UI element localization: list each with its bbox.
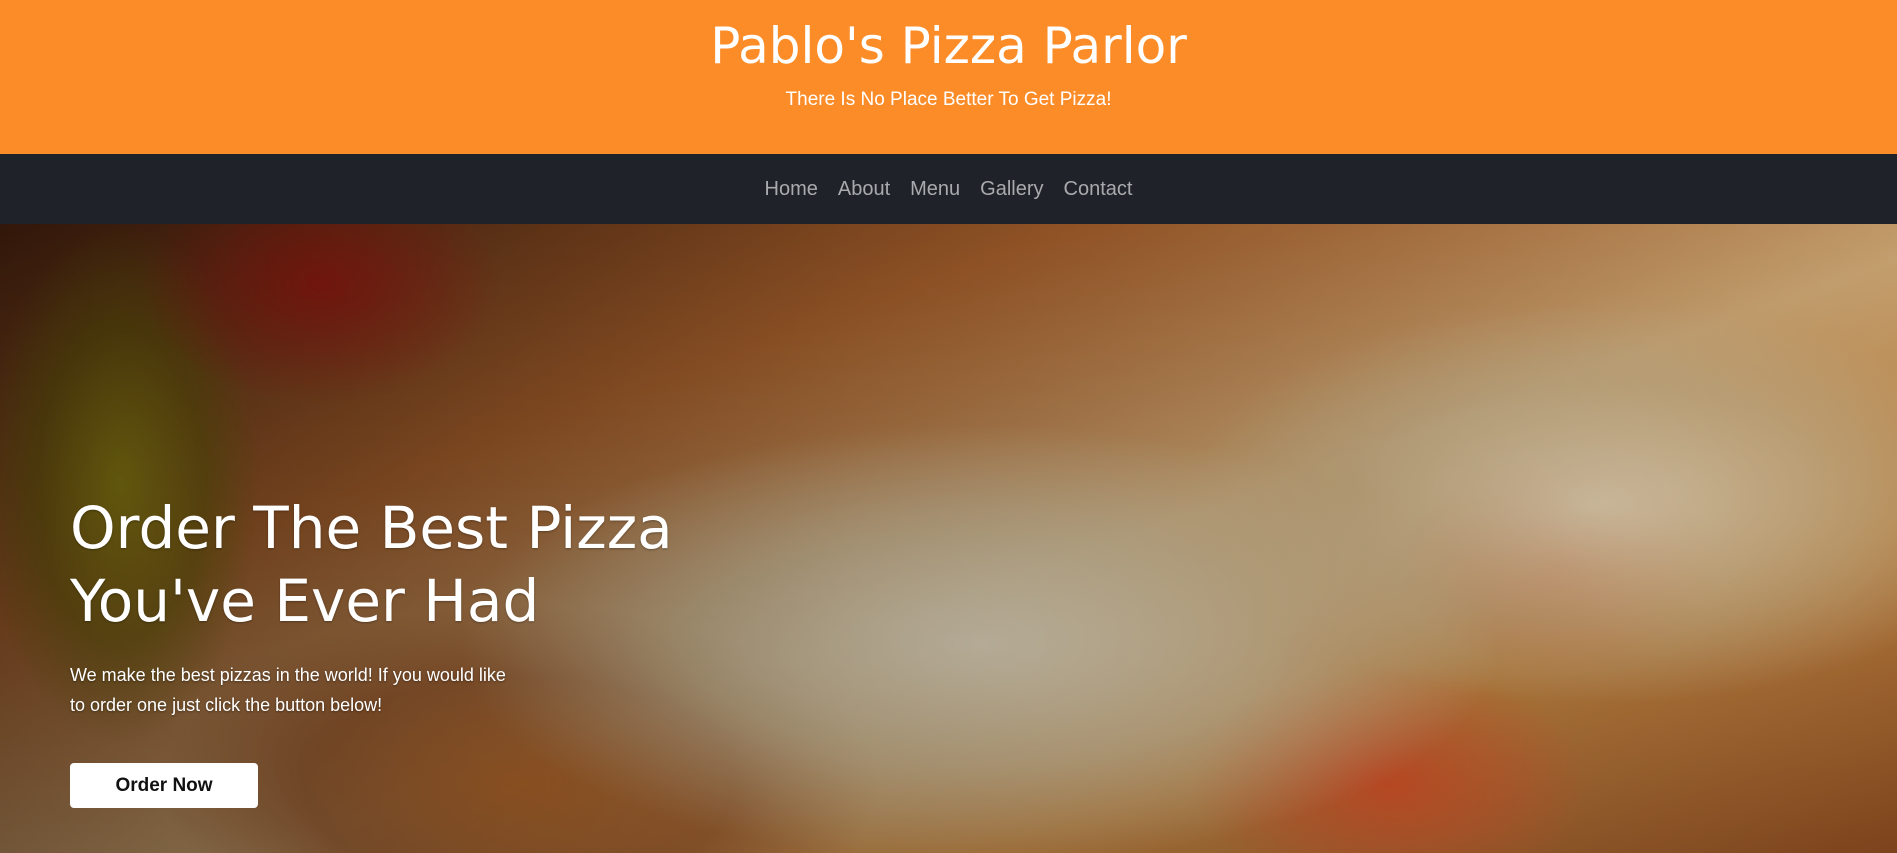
nav-link-gallery[interactable]: Gallery — [970, 176, 1053, 202]
nav-link-about[interactable]: About — [828, 176, 900, 202]
nav-link-menu[interactable]: Menu — [900, 176, 970, 202]
hero-heading-line-1: Order The Best Pizza — [70, 494, 673, 562]
order-now-button[interactable]: Order Now — [70, 763, 258, 808]
hero-description: We make the best pizzas in the world! If… — [70, 660, 570, 720]
nav-link-home[interactable]: Home — [755, 176, 828, 202]
nav-link-contact[interactable]: Contact — [1054, 176, 1143, 202]
main-navbar: Home About Menu Gallery Contact — [0, 154, 1897, 224]
site-title: Pablo's Pizza Parlor — [710, 17, 1187, 75]
hero-heading: Order The Best Pizza You've Ever Had — [70, 492, 690, 638]
hero-heading-line-2: You've Ever Had — [70, 567, 540, 635]
site-tagline: There Is No Place Better To Get Pizza! — [785, 89, 1112, 110]
hero-description-line-2: to order one just click the button below… — [70, 695, 383, 715]
site-header: Pablo's Pizza Parlor There Is No Place B… — [0, 0, 1897, 154]
hero-content: Order The Best Pizza You've Ever Had We … — [70, 492, 690, 808]
hero-section: Order The Best Pizza You've Ever Had We … — [0, 224, 1897, 853]
hero-description-line-1: We make the best pizzas in the world! If… — [70, 665, 506, 685]
